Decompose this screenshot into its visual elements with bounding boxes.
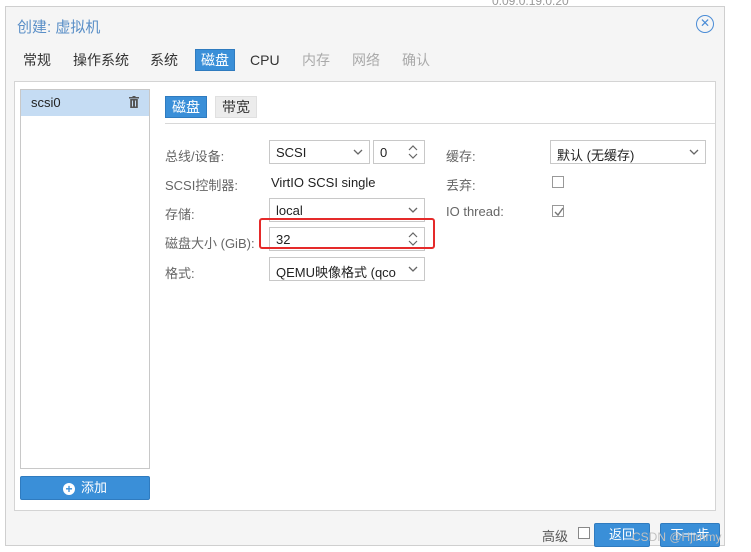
storage-label: 存储: [165,207,195,222]
add-disk-label: 添加 [80,480,107,495]
plus-circle-icon: + [62,483,75,495]
advanced-label: 高级 [542,529,569,544]
chevron-down-icon [408,207,418,213]
disk-item-label: scsi0 [31,95,61,110]
tab-cpu[interactable]: CPU [245,49,285,71]
subtab-divider [165,123,715,124]
tab-network: 网络 [352,52,380,68]
cache-value: 默认 (无缓存) [557,148,635,163]
controller-label: SCSI控制器: [165,178,238,193]
bus-label: 总线/设备: [165,149,225,164]
spinner-icon [408,145,418,159]
discard-checkbox[interactable] [552,176,564,188]
highlight-box [259,218,435,249]
controller-value: VirtIO SCSI single [271,175,376,190]
create-vm-dialog: 创建: 虚拟机 ✕ 常规 操作系统 系统 磁盘 CPU 内存 网络 确认 scs… [5,6,725,547]
format-select[interactable]: QEMU映像格式 (qco [269,257,425,281]
bus-value: SCSI [276,145,307,160]
storage-value: local [276,203,303,218]
add-disk-button[interactable]: + 添加 [20,476,150,500]
device-stepper[interactable]: 0 [373,140,425,164]
dialog-titlebar: 创建: 虚拟机 ✕ [6,7,724,43]
tab-system[interactable]: 系统 [145,49,183,71]
trash-icon[interactable] [129,96,139,108]
disk-panel: scsi0 + 添加 磁盘 带宽 总线/设备: SCSI 0 SCSI控制器: … [14,81,716,511]
advanced-checkbox[interactable] [578,527,590,539]
tab-os[interactable]: 操作系统 [68,49,134,71]
chevron-down-icon [689,149,699,155]
device-value: 0 [380,145,388,160]
tab-confirm: 确认 [402,52,430,68]
discard-label: 丢弃: [446,178,476,193]
cache-select[interactable]: 默认 (无缓存) [550,140,706,164]
list-item[interactable]: scsi0 [21,90,149,116]
tab-memory: 内存 [302,52,330,68]
tab-general[interactable]: 常规 [18,49,56,71]
iothread-label: IO thread: [446,204,504,219]
disk-list: scsi0 [20,89,150,469]
close-icon[interactable]: ✕ [696,15,714,33]
cache-label: 缓存: [446,149,476,164]
subtab-bandwidth[interactable]: 带宽 [215,96,257,118]
watermark: CSDN @Hjimmy [632,530,722,544]
size-label: 磁盘大小 (GiB): [165,236,255,251]
dialog-title: 创建: 虚拟机 [17,19,101,36]
bus-select[interactable]: SCSI [269,140,370,164]
chevron-down-icon [408,266,418,272]
chevron-down-icon [353,149,363,155]
tab-disks[interactable]: 磁盘 [195,49,235,71]
iothread-checkbox[interactable] [552,205,564,217]
subtab-disk[interactable]: 磁盘 [165,96,207,118]
format-value: QEMU映像格式 (qco [276,265,396,280]
format-label: 格式: [165,266,195,281]
checkmark-icon [554,207,564,217]
